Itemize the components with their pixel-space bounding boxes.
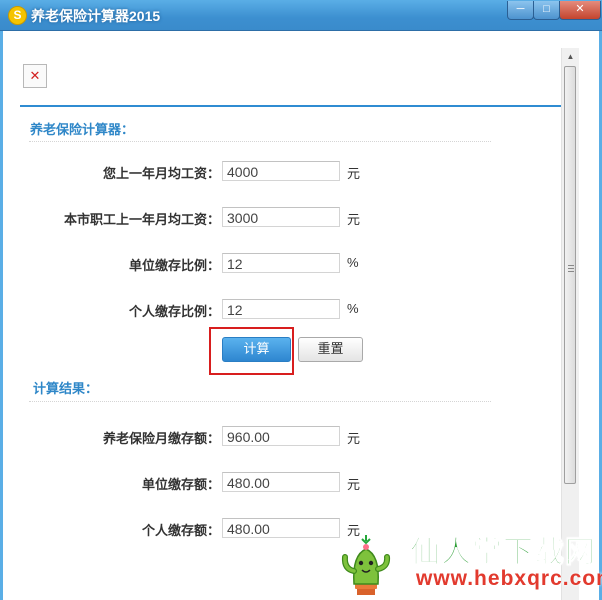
title-bar[interactable]: S 养老保险计算器2015 ─ □ ✕ — [0, 0, 602, 31]
employer-amount-unit: 元 — [347, 477, 361, 492]
employer-amount-output[interactable]: 480.00 — [222, 472, 340, 492]
personal-amount-label: 个人缴存额： — [141, 523, 220, 538]
scrollbar-grip-icon — [568, 265, 574, 272]
employer-amount-label: 单位缴存额： — [141, 477, 220, 492]
maximize-button[interactable]: □ — [533, 1, 560, 20]
personal-rate-unit: % — [347, 301, 359, 316]
vertical-scrollbar[interactable]: ▲ — [561, 48, 579, 600]
result-section-title: 计算结果： — [33, 381, 99, 396]
employer-rate-input[interactable]: 12 — [222, 253, 340, 273]
employer-rate-label: 单位缴存比例： — [128, 258, 220, 273]
personal-amount-output[interactable]: 480.00 — [222, 518, 340, 538]
city-average-salary-input[interactable]: 3000 — [222, 207, 340, 227]
personal-rate-label: 个人缴存比例： — [128, 304, 220, 319]
scroll-up-icon[interactable]: ▲ — [562, 48, 579, 65]
app-icon: S — [8, 6, 27, 25]
broken-image: ✕ — [23, 64, 47, 88]
cactus-logo-icon — [341, 535, 391, 595]
close-button[interactable]: ✕ — [559, 1, 601, 20]
watermark: 仙人掌下载网 www.hebxqrc.com — [330, 523, 602, 600]
highlight-box — [209, 327, 294, 375]
monthly-total-label: 养老保险月缴存额： — [102, 431, 220, 446]
section-divider — [29, 141, 491, 142]
header-divider — [20, 105, 561, 107]
personal-rate-input[interactable]: 12 — [222, 299, 340, 319]
minimize-button[interactable]: ─ — [507, 1, 534, 20]
scrollbar-thumb[interactable] — [564, 66, 576, 484]
city-average-salary-unit: 元 — [347, 212, 361, 227]
page-content: ✕ 养老保险计算器： 您上一年月均工资： 4000 元 本市职工上一年月均工资：… — [3, 31, 561, 600]
monthly-salary-input[interactable]: 4000 — [222, 161, 340, 181]
monthly-salary-unit: 元 — [347, 166, 361, 181]
city-average-salary-label: 本市职工上一年月均工资： — [63, 212, 220, 227]
reset-button[interactable]: 重置 — [298, 337, 363, 362]
window-title: 养老保险计算器2015 — [31, 8, 161, 24]
section-divider — [29, 401, 491, 402]
monthly-total-output[interactable]: 960.00 — [222, 426, 340, 446]
calculator-section-title: 养老保险计算器： — [30, 122, 135, 137]
broken-image-icon: ✕ — [29, 68, 41, 83]
watermark-name: 仙人掌下载网 — [410, 536, 596, 570]
watermark-url: www.hebxqrc.com — [416, 567, 602, 590]
employer-rate-unit: % — [347, 255, 359, 270]
monthly-total-unit: 元 — [347, 431, 361, 446]
monthly-salary-label: 您上一年月均工资： — [102, 166, 220, 181]
